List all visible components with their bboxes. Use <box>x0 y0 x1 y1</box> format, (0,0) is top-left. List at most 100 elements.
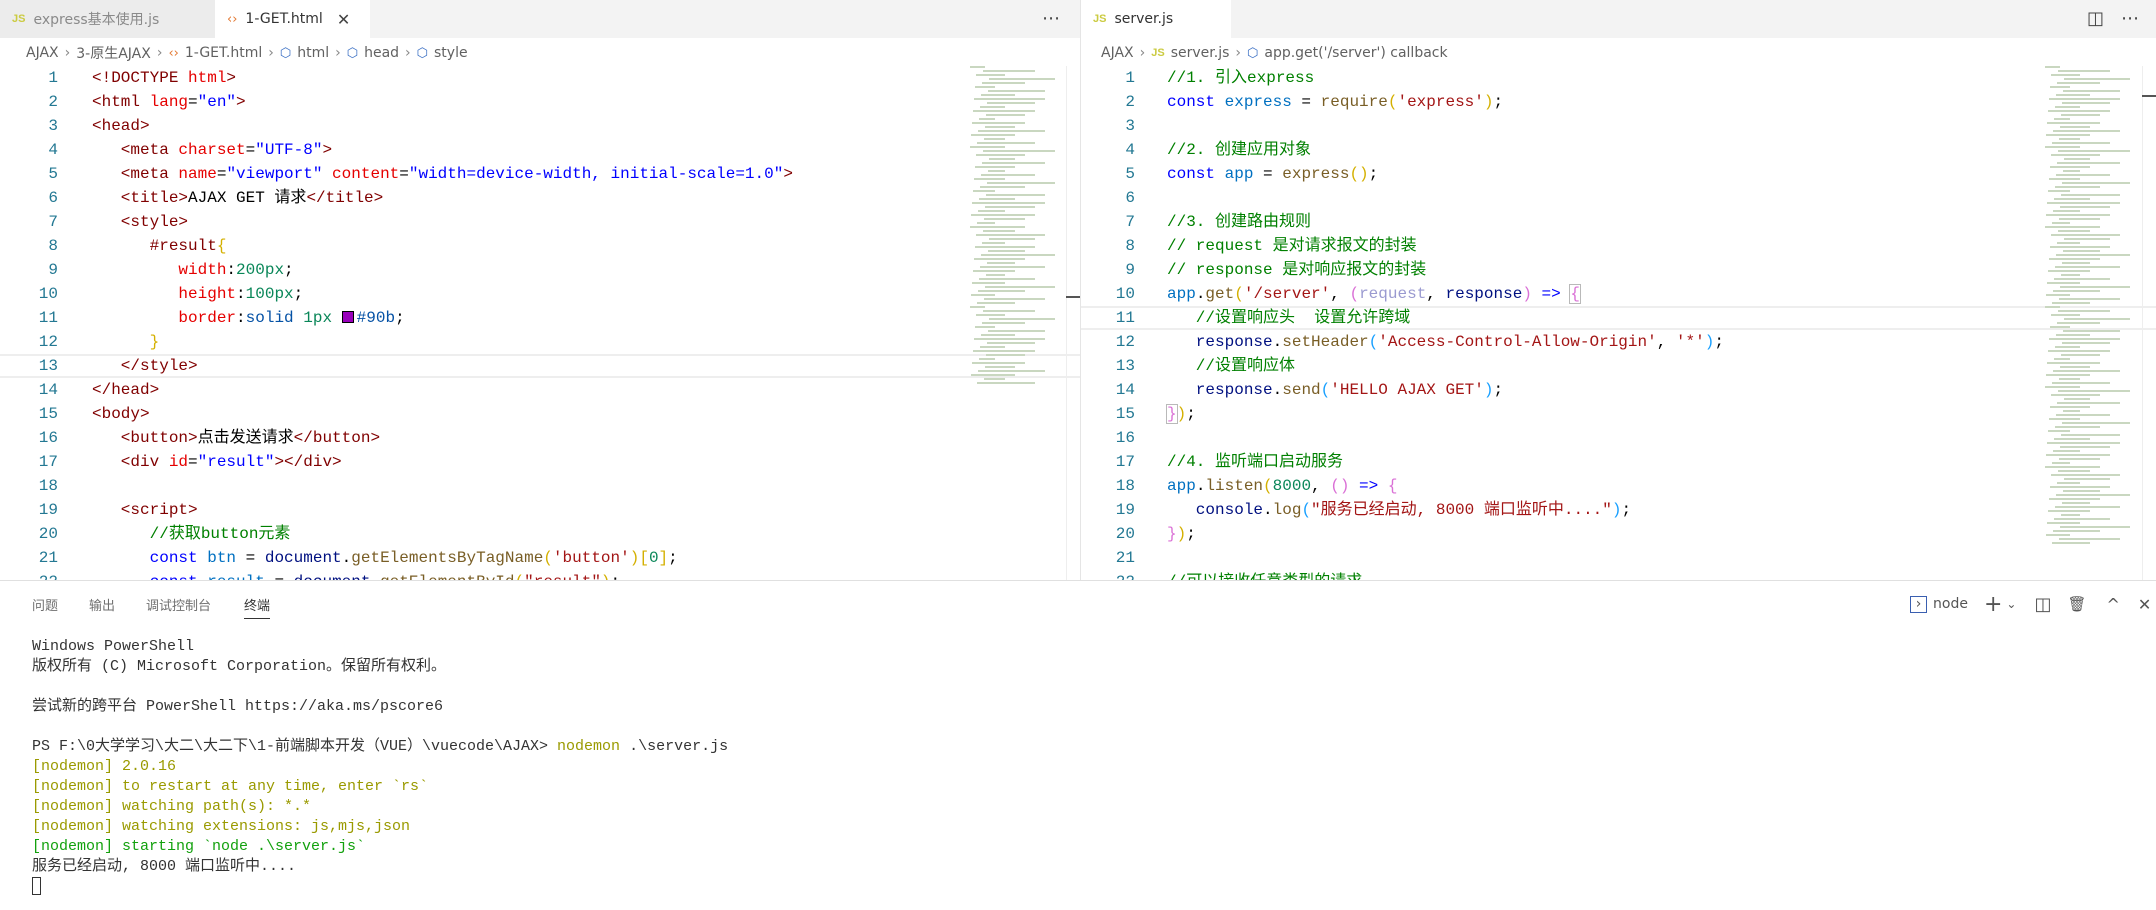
code-line[interactable]: 13 //设置响应体 <box>1081 354 2156 378</box>
terminal-output[interactable]: Windows PowerShell 版权所有 (C) Microsoft Cor… <box>32 637 728 897</box>
code-line[interactable]: 18 app.listen(8000, () => { <box>1081 474 2156 498</box>
minimap-line <box>2046 294 2070 296</box>
code-line[interactable]: 12 response.setHeader('Access-Control-Al… <box>1081 330 2156 354</box>
code-line[interactable]: 22 const result = document.getElementByI… <box>0 570 1080 580</box>
code-line[interactable]: 2 <html lang="en"> <box>0 90 1080 114</box>
code-line[interactable]: 21 const btn = document.getElementsByTag… <box>0 546 1080 570</box>
breadcrumb-item[interactable]: 1-GET.html <box>185 45 262 61</box>
breadcrumb-item[interactable]: 3-原生AJAX <box>76 43 151 63</box>
code-line[interactable]: 3 <box>1081 114 2156 138</box>
code-token: => <box>1349 477 1388 495</box>
minimap-line <box>2057 482 2080 484</box>
code-line[interactable]: 5 const app = express(); <box>1081 162 2156 186</box>
split-editor-icon[interactable]: ◫ <box>2087 8 2104 29</box>
code-line[interactable]: 6 <box>1081 186 2156 210</box>
close-tab-icon[interactable]: ✕ <box>337 10 350 29</box>
code-line[interactable]: 8 // request 是对请求报文的封装 <box>1081 234 2156 258</box>
code-line[interactable]: 5 <meta name="viewport" content="width=d… <box>0 162 1080 186</box>
minimap-line <box>2054 198 2090 200</box>
code-token: listen <box>1205 477 1264 495</box>
code-token: charset <box>178 141 246 159</box>
minimap-line <box>2049 98 2120 100</box>
code-line[interactable]: 4 //2. 创建应用对象 <box>1081 138 2156 162</box>
code-line[interactable]: 7 //3. 创建路由规则 <box>1081 210 2156 234</box>
breadcrumb-item[interactable]: AJAX <box>26 45 59 61</box>
html-icon: ‹› <box>227 11 238 27</box>
code-line[interactable]: 2 const express = require('express'); <box>1081 90 2156 114</box>
minimap-line <box>2050 406 2090 408</box>
code-line[interactable]: 4 <meta charset="UTF-8"> <box>0 138 1080 162</box>
panel-tab-terminal[interactable]: 终端 <box>244 595 271 619</box>
code-line[interactable]: 8 #result{ <box>0 234 1080 258</box>
code-line[interactable]: 17 <div id="result"></div> <box>0 450 1080 474</box>
breadcrumb-item[interactable]: html <box>297 45 329 61</box>
code-line[interactable]: 11 border:solid 1px #90b; <box>0 306 1080 330</box>
new-terminal-plus-icon[interactable]: + <box>1984 592 2002 617</box>
code-token: height <box>92 285 237 303</box>
code-line[interactable]: 10 height:100px; <box>0 282 1080 306</box>
code-line[interactable]: 12 } <box>0 330 1080 354</box>
minimap-line <box>2059 298 2120 300</box>
minimap[interactable] <box>2045 66 2135 566</box>
panel-tab-output[interactable]: 输出 <box>89 595 115 619</box>
breadcrumb-item[interactable]: server.js <box>1171 45 1230 61</box>
code-line[interactable]: 10 app.get('/server', (request, response)… <box>1081 282 2156 306</box>
code-line[interactable]: 13 </style> <box>0 354 1080 378</box>
code-line[interactable]: 9 // response 是对响应报文的封装 <box>1081 258 2156 282</box>
code-line[interactable]: 15 <body> <box>0 402 1080 426</box>
code-line[interactable]: 9 width:200px; <box>0 258 1080 282</box>
line-text: <meta name="viewport" content="width=dev… <box>92 162 793 186</box>
code-line[interactable]: 11 //设置响应头 设置允许跨域 <box>1081 306 2156 330</box>
code-line[interactable]: 3 <head> <box>0 114 1080 138</box>
code-line[interactable]: 14 </head> <box>0 378 1080 402</box>
trash-icon[interactable]: 🗑 <box>2067 595 2086 613</box>
minimap-line <box>2059 138 2080 140</box>
close-panel-icon[interactable]: ✕ <box>2138 595 2151 614</box>
line-number: 21 <box>38 549 58 567</box>
code-line[interactable]: 16 <button>点击发送请求</button> <box>0 426 1080 450</box>
minimap-line <box>2058 70 2110 72</box>
code-line[interactable]: 6 <title>AJAX GET 请求</title> <box>0 186 1080 210</box>
code-line[interactable]: 18 <box>0 474 1080 498</box>
code-line[interactable]: 1 <!DOCTYPE html> <box>0 66 1080 90</box>
code-line[interactable]: 17 //4. 监听端口启动服务 <box>1081 450 2156 474</box>
scrollbar[interactable] <box>2142 66 2156 580</box>
panel-tab-debug-console[interactable]: 调试控制台 <box>146 595 211 619</box>
code-line[interactable]: 14 response.send('HELLO AJAX GET'); <box>1081 378 2156 402</box>
code-line[interactable]: 19 console.log("服务已经启动, 8000 端口监听中....")… <box>1081 498 2156 522</box>
tab-server-js[interactable]: JS server.js <box>1081 0 1231 38</box>
line-number: 10 <box>1115 285 1135 303</box>
code-line[interactable]: 21 <box>1081 546 2156 570</box>
tab-1-get-html[interactable]: ‹› 1-GET.html ✕ <box>215 0 370 38</box>
breadcrumb-item[interactable]: app.get('/server') callback <box>1264 45 1447 61</box>
breadcrumb-item[interactable]: head <box>364 45 399 61</box>
code-token: "result" <box>197 453 275 471</box>
line-text: //获取button元素 <box>92 522 291 546</box>
code-token: response <box>1167 333 1273 351</box>
code-area[interactable]: 1//1. 引入express 2 const express = require(… <box>1081 66 2156 580</box>
code-line[interactable]: 20}); <box>1081 522 2156 546</box>
line-text: <style> <box>92 210 188 234</box>
chevron-down-icon[interactable]: ⌄ <box>2006 597 2016 611</box>
more-actions-icon[interactable]: ⋯ <box>1042 8 1060 29</box>
minimap[interactable] <box>970 66 1060 566</box>
line-number: 14 <box>38 381 58 399</box>
terminal-name[interactable]: node <box>1933 596 1968 612</box>
code-line[interactable]: 16 <box>1081 426 2156 450</box>
scrollbar[interactable] <box>1066 66 1080 580</box>
code-line[interactable]: 7 <style> <box>0 210 1080 234</box>
code-line[interactable]: 22 //可以接收任意类型的请求 <box>1081 570 2156 580</box>
tab-express-js[interactable]: JS express基本使用.js <box>0 0 215 38</box>
breadcrumb-item[interactable]: style <box>434 45 468 61</box>
code-line[interactable]: 15}); <box>1081 402 2156 426</box>
panel-tab-problems[interactable]: 问题 <box>32 595 58 619</box>
more-actions-icon[interactable]: ⋯ <box>2121 8 2139 29</box>
maximize-panel-icon[interactable]: ^ <box>2107 595 2120 614</box>
code-line[interactable]: 19 <script> <box>0 498 1080 522</box>
code-line[interactable]: 1 //1. 引入express <box>1081 66 2156 90</box>
code-area[interactable]: 1 <!DOCTYPE html> 2 <html lang="en"> 3 <head>… <box>0 66 1080 580</box>
split-terminal-icon[interactable]: ◫ <box>2034 594 2051 615</box>
breadcrumb-item[interactable]: AJAX <box>1101 45 1134 61</box>
code-token: content <box>322 165 400 183</box>
code-line[interactable]: 20 //获取button元素 <box>0 522 1080 546</box>
